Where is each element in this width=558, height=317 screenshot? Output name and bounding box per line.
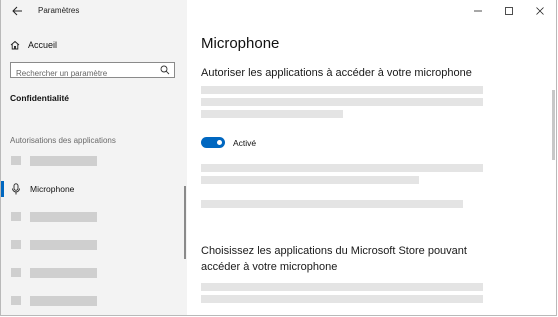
placeholder-text-line [201,164,483,172]
placeholder-icon [11,212,21,221]
search-input[interactable] [11,66,156,81]
titlebar: Paramètres [1,0,187,22]
placeholder-text-line [201,110,343,118]
placeholder-label [30,156,97,166]
selection-indicator [1,181,4,197]
sidebar-scrollbar[interactable] [184,186,186,259]
sidebar-item-microphone[interactable]: Microphone [1,178,187,200]
back-arrow-icon[interactable] [10,4,24,18]
placeholder-label [30,240,97,250]
toggle-knob [217,140,222,145]
placeholder-text-line [201,86,483,94]
microphone-access-toggle[interactable] [201,137,225,148]
search-box[interactable] [10,62,175,81]
maximize-icon [505,7,513,15]
section-heading-store-apps-line2: accéder à votre microphone [201,261,338,273]
placeholder-icon [11,296,21,305]
section-heading-allow-access: Autoriser les applications à accéder à v… [201,67,472,79]
sidebar-item-label: Microphone [30,184,75,194]
maximize-button[interactable] [494,0,525,22]
sidebar-item-placeholder[interactable] [1,150,187,172]
window-controls [463,0,556,22]
close-button[interactable] [525,0,556,22]
search-icon[interactable] [160,65,170,75]
placeholder-text-line [201,176,419,184]
sidebar-item-placeholder[interactable] [1,262,187,284]
sidebar-item-placeholder[interactable] [1,206,187,228]
page-title: Microphone [201,35,280,52]
placeholder-icon [11,268,21,277]
placeholder-text-line [201,98,483,106]
main-content: Microphone Autoriser les applications à … [187,0,556,315]
placeholder-label [30,296,97,306]
placeholder-icon [11,156,21,165]
close-icon [536,7,544,15]
home-label: Accueil [28,40,58,50]
placeholder-text-line [201,295,483,303]
microphone-icon [12,183,20,195]
minimize-icon [474,10,482,12]
section-heading-store-apps-line1: Choisissez les applications du Microsoft… [201,245,467,257]
sidebar: Paramètres Accueil Confidentialité Autor… [1,0,187,315]
placeholder-label [30,212,97,222]
sidebar-item-placeholder[interactable] [1,290,187,312]
placeholder-icon [11,240,21,249]
window-title: Paramètres [38,6,80,15]
toggle-label: Activé [233,138,257,148]
section-label: Autorisations des applications [10,136,116,145]
home-link[interactable]: Accueil [10,38,57,52]
placeholder-label [30,268,97,278]
minimize-button[interactable] [463,0,494,22]
settings-window: Paramètres Accueil Confidentialité Autor… [0,0,557,316]
category-heading: Confidentialité [10,93,70,103]
placeholder-text-line [201,283,483,291]
content-scrollbar[interactable] [552,90,555,160]
placeholder-link[interactable] [201,200,463,208]
sidebar-item-placeholder[interactable] [1,234,187,256]
home-icon [10,40,20,50]
